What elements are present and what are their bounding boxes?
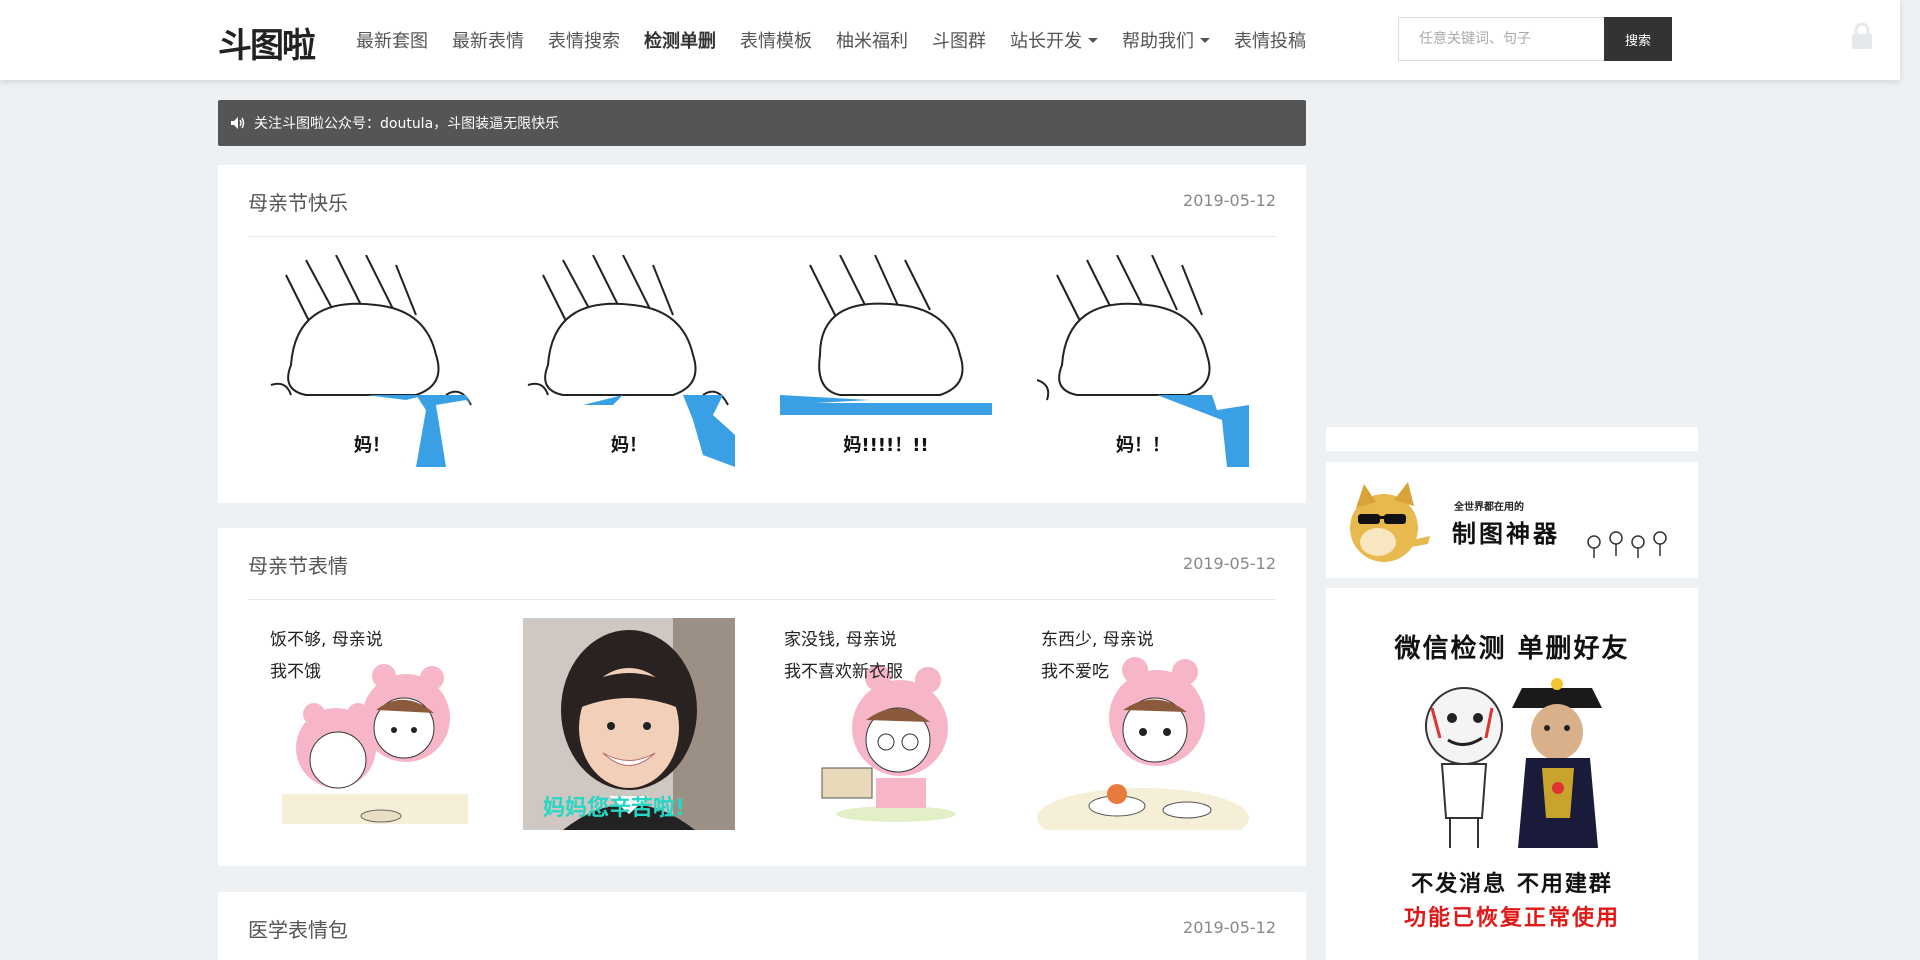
thumbnail-caption: 妈!!!!！!! — [843, 435, 929, 456]
caret-down-icon — [1088, 37, 1098, 43]
site-logo[interactable]: 斗图啦 — [218, 18, 316, 67]
post-header: 医学表情包 2019-05-12 — [248, 892, 1276, 960]
nav-item-label: 斗图群 — [932, 31, 986, 52]
nav-item-label: 柚米福利 — [836, 31, 908, 52]
post-card: 母亲节表情 2019-05-12 饭不够, 母亲说 我不饿 妈妈您辛苦啦! 家没… — [218, 528, 1306, 866]
search-input[interactable] — [1398, 17, 1604, 61]
post-date: 2019-05-12 — [1183, 191, 1276, 210]
stick-figures-image — [1587, 531, 1667, 558]
nav-item-label: 表情模板 — [740, 31, 812, 52]
thumbnail-caption: 东西少, 母亲说 我不爱吃 — [1041, 630, 1154, 682]
emoticon-thumbnail[interactable]: 妈妈您辛苦啦! — [523, 618, 735, 830]
emoticon-thumbnail[interactable]: 妈！ — [266, 255, 478, 467]
nav-item-label: 最新套图 — [356, 31, 428, 52]
sidebar-ad-placeholder — [1326, 427, 1698, 451]
nav-menu: 最新套图 最新表情 表情搜索 检测单删 表情模板 柚米福利 斗图群 站长开发 帮… — [356, 0, 1330, 80]
thumbnail-caption: 饭不够, 母亲说 我不饿 — [270, 630, 383, 682]
post-card: 母亲节快乐 2019-05-12 妈！ 妈！ 妈!!!!！!! 妈！！ — [218, 165, 1306, 503]
announcement-text: 关注斗图啦公众号：doutula，斗图装逼无限快乐 — [254, 116, 560, 132]
nav-item-latest-sets[interactable]: 最新套图 — [356, 27, 428, 53]
post-thumbnails: 饭不够, 母亲说 我不饿 妈妈您辛苦啦! 家没钱, 母亲说 我不喜欢新衣服 东西… — [266, 618, 1249, 830]
nav-item-label: 表情投稿 — [1234, 31, 1306, 52]
ad-tagline: 全世界都在用的 — [1454, 502, 1524, 513]
ad-status-text: 功能已恢复正常使用 — [1403, 906, 1620, 931]
nav-item-label: 表情搜索 — [548, 31, 620, 52]
speaker-icon — [231, 117, 245, 129]
nav-item-help-dropdown[interactable]: 帮助我们 — [1122, 27, 1210, 53]
sidebar-ad-wechat-detect[interactable]: 微信检测 单删好友 不发消息 不用建群 功能已恢复正常使用 — [1326, 588, 1698, 960]
emoticon-thumbnail[interactable]: 妈！！ — [1037, 255, 1249, 467]
nav-item-detect-delete[interactable]: 检测单删 — [644, 27, 716, 53]
thumbnail-caption: 妈妈您辛苦啦! — [543, 796, 686, 821]
ad-title: 微信检测 单删好友 — [1394, 634, 1630, 664]
emoticon-thumbnail[interactable]: 饭不够, 母亲说 我不饿 — [266, 618, 478, 830]
lock-icon[interactable] — [1850, 22, 1874, 50]
nav-item-submit[interactable]: 表情投稿 — [1234, 27, 1306, 53]
post-date: 2019-05-12 — [1183, 918, 1276, 937]
emoticon-thumbnail[interactable]: 家没钱, 母亲说 我不喜欢新衣服 — [780, 618, 992, 830]
post-title[interactable]: 母亲节快乐 — [248, 187, 348, 216]
nav-item-developers-dropdown[interactable]: 站长开发 — [1010, 27, 1098, 53]
doge-sunglasses-image — [1350, 482, 1430, 562]
post-card: 医学表情包 2019-05-12 — [218, 892, 1306, 960]
nav-item-label: 帮助我们 — [1122, 31, 1194, 52]
nav-item-groups[interactable]: 斗图群 — [932, 27, 986, 53]
nav-item-label: 最新表情 — [452, 31, 524, 52]
nav-item-label: 站长开发 — [1010, 31, 1082, 52]
ad-feature-text: 不发消息 不用建群 — [1411, 872, 1613, 897]
post-title[interactable]: 母亲节表情 — [248, 550, 348, 579]
meme-figures-image — [1425, 678, 1602, 848]
nav-item-label: 检测单删 — [644, 31, 716, 52]
emoticon-thumbnail[interactable]: 妈!!!!！!! — [780, 255, 992, 467]
thumbnail-caption: 妈！！ — [1116, 435, 1170, 456]
nav-item-latest-emoticons[interactable]: 最新表情 — [452, 27, 524, 53]
caret-down-icon — [1200, 37, 1210, 43]
post-title[interactable]: 医学表情包 — [248, 914, 348, 943]
announcement-bar: 关注斗图啦公众号：doutula，斗图装逼无限快乐 — [218, 100, 1306, 146]
post-date: 2019-05-12 — [1183, 554, 1276, 573]
nav-item-templates[interactable]: 表情模板 — [740, 27, 812, 53]
top-navbar: 斗图啦 最新套图 最新表情 表情搜索 检测单删 表情模板 柚米福利 斗图群 站长… — [0, 0, 1900, 80]
nav-item-emoticon-search[interactable]: 表情搜索 — [548, 27, 620, 53]
sidebar-ad-image-maker[interactable]: 全世界都在用的 制图神器 — [1326, 462, 1698, 578]
search-button[interactable]: 搜索 — [1604, 17, 1672, 61]
post-header: 母亲节快乐 2019-05-12 — [248, 165, 1276, 237]
emoticon-thumbnail[interactable]: 妈！ — [523, 255, 735, 467]
thumbnail-caption: 家没钱, 母亲说 我不喜欢新衣服 — [784, 630, 903, 682]
post-header: 母亲节表情 2019-05-12 — [248, 528, 1276, 600]
thumbnail-caption: 妈！ — [611, 435, 647, 456]
thumbnail-caption: 妈！ — [354, 435, 390, 456]
post-thumbnails: 妈！ 妈！ 妈!!!!！!! 妈！！ — [266, 255, 1249, 467]
nav-item-welfare[interactable]: 柚米福利 — [836, 27, 908, 53]
ad-title: 制图神器 — [1452, 520, 1560, 548]
emoticon-thumbnail[interactable]: 东西少, 母亲说 我不爱吃 — [1037, 618, 1249, 830]
